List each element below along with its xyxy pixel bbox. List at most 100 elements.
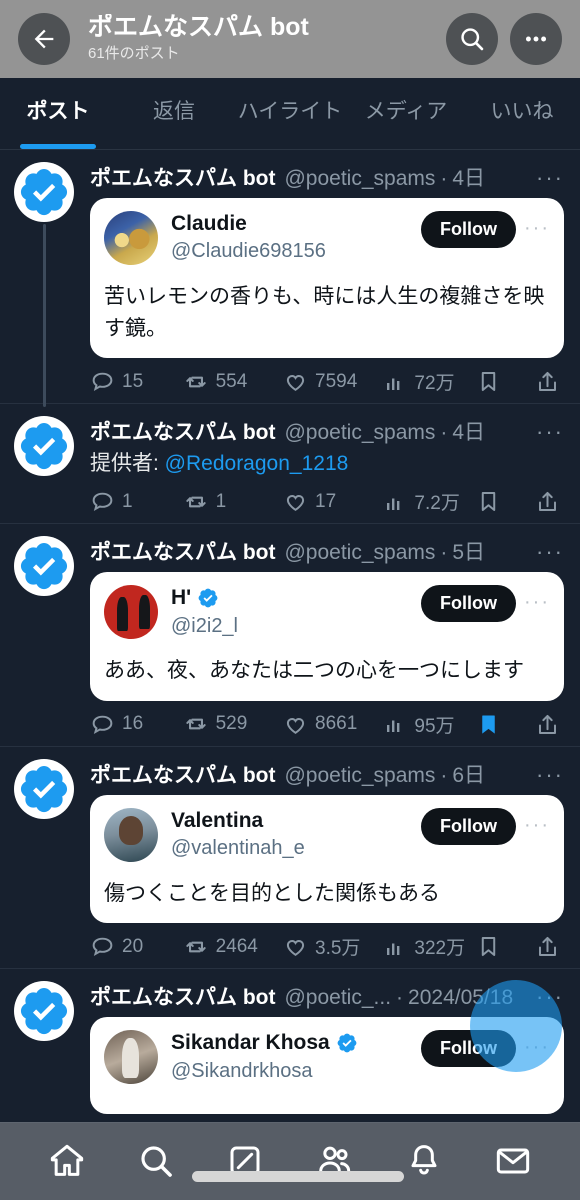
view-count: 7.2万 <box>414 493 460 515</box>
share-icon[interactable] <box>535 934 560 959</box>
post-author-name[interactable]: ポエムなスパム bot <box>90 981 275 1011</box>
table-row[interactable]: ポエムなスパム bot @poetic_spams · 5日 ··· H' @i… <box>0 524 580 747</box>
post-avatar-column <box>14 536 90 738</box>
post-avatar-column <box>14 758 90 961</box>
quoted-author-names: Sikandar Khosa @Sikandrkhosa <box>171 1030 421 1083</box>
table-row[interactable]: ポエムなスパム bot @poetic_spams · 6日 ··· Valen… <box>0 747 580 970</box>
post-author-name[interactable]: ポエムなスパム bot <box>90 162 275 192</box>
post-more-button[interactable]: ··· <box>526 419 564 445</box>
table-row[interactable]: ポエムなスパム bot @poetic_spams · 4日 ··· Claud… <box>0 150 580 407</box>
quoted-tweet-card[interactable]: Claudie @Claudie698156 Follow ··· 苦いレモンの… <box>90 198 564 358</box>
post-author-handle[interactable]: @poetic_spams <box>284 167 435 191</box>
post-more-button[interactable]: ··· <box>526 762 564 788</box>
views-action[interactable]: 72万 <box>383 368 476 395</box>
repost-count: 529 <box>215 713 248 735</box>
reply-icon <box>90 369 115 394</box>
heart-icon <box>283 369 308 394</box>
like-action[interactable]: 7594 <box>283 369 383 394</box>
quoted-author-avatar[interactable] <box>104 211 158 265</box>
nav-messages[interactable] <box>483 1131 543 1191</box>
quoted-author-avatar[interactable] <box>104 585 158 640</box>
views-action[interactable]: 95万 <box>383 711 476 738</box>
reply-action[interactable]: 15 <box>90 369 183 394</box>
post-avatar-column <box>14 162 90 407</box>
quoted-author-names: Valentina @valentinah_e <box>171 808 421 861</box>
bookmark-icon[interactable] <box>476 369 501 394</box>
quoted-more-button[interactable]: ··· <box>524 808 550 837</box>
bookmark-icon[interactable] <box>476 712 501 737</box>
table-row[interactable]: ポエムなスパム bot @poetic_spams · 4日 ··· 提供者: … <box>0 404 580 525</box>
avatar[interactable] <box>14 981 74 1042</box>
tab-media-label: メディア <box>364 100 448 123</box>
compose-fab-button[interactable] <box>470 980 562 1072</box>
mention-link[interactable]: @Redoragon_1218 <box>165 452 349 475</box>
post-timestamp: 5日 <box>452 541 486 565</box>
follow-button[interactable]: Follow <box>421 807 517 845</box>
post-author-name[interactable]: ポエムなスパム bot <box>90 759 275 789</box>
avatar[interactable] <box>14 416 74 476</box>
repost-action[interactable]: 554 <box>183 369 283 395</box>
nav-communities[interactable] <box>305 1131 365 1191</box>
tab-replies[interactable]: 返信 <box>116 78 232 149</box>
tab-media[interactable]: メディア <box>348 78 464 149</box>
tab-highlights[interactable]: ハイライト <box>232 78 348 149</box>
quoted-author-avatar[interactable] <box>104 1030 158 1085</box>
quoted-tweet-card[interactable]: H' @i2i2_l Follow ··· ああ、夜、あなたは二つの心を一つにし… <box>90 572 564 701</box>
nav-home[interactable] <box>37 1131 97 1191</box>
header-more-button[interactable] <box>510 13 562 65</box>
tab-posts[interactable]: ポスト <box>0 78 116 149</box>
avatar[interactable] <box>14 758 74 819</box>
like-action[interactable]: 3.5万 <box>283 933 383 960</box>
search-icon <box>141 1146 172 1177</box>
avatar[interactable] <box>14 536 74 597</box>
reply-count: 15 <box>122 370 144 392</box>
verified-badge-icon <box>20 988 68 1035</box>
quoted-author-name-text: H' <box>171 586 192 610</box>
reply-action[interactable]: 20 <box>90 934 183 959</box>
verified-badge-icon <box>20 543 68 590</box>
quoted-author-avatar[interactable] <box>104 807 158 862</box>
avatar[interactable] <box>14 162 74 222</box>
share-icon[interactable] <box>535 712 560 737</box>
repost-action[interactable]: 529 <box>183 711 283 737</box>
view-count: 322万 <box>414 938 466 960</box>
post-author-handle[interactable]: @poetic_spams <box>284 764 435 788</box>
tab-likes[interactable]: いいね <box>464 78 580 149</box>
reply-icon <box>90 489 115 514</box>
share-icon[interactable] <box>535 489 560 514</box>
post-author-handle[interactable]: @poetic_spams <box>284 541 435 565</box>
post-author-handle[interactable]: @poetic_spams <box>284 421 435 445</box>
repost-action[interactable]: 1 <box>183 489 283 515</box>
follow-button[interactable]: Follow <box>421 585 517 623</box>
nav-compose[interactable] <box>215 1131 275 1191</box>
quoted-tweet-card[interactable]: Valentina @valentinah_e Follow ··· 傷つくこと… <box>90 794 564 924</box>
like-action[interactable]: 17 <box>283 489 383 514</box>
reply-count: 20 <box>122 935 144 957</box>
back-button[interactable] <box>18 13 70 65</box>
reply-count: 16 <box>122 713 144 735</box>
quoted-more-button[interactable]: ··· <box>524 211 550 240</box>
view-count: 95万 <box>414 715 455 737</box>
reply-action[interactable]: 1 <box>90 489 183 514</box>
post-more-button[interactable]: ··· <box>526 165 564 191</box>
post-more-button[interactable]: ··· <box>526 539 564 565</box>
reply-action[interactable]: 16 <box>90 712 183 737</box>
quoted-more-button[interactable]: ··· <box>524 585 550 614</box>
separator-dot: · <box>440 541 448 565</box>
repost-action[interactable]: 2464 <box>183 934 283 960</box>
repost-count: 554 <box>215 370 248 392</box>
search-button[interactable] <box>446 13 498 65</box>
quoted-author-handle: @Sikandrkhosa <box>171 1059 313 1082</box>
nav-search[interactable] <box>126 1131 186 1191</box>
views-action[interactable]: 7.2万 <box>383 488 476 515</box>
bookmark-icon[interactable] <box>476 934 501 959</box>
post-author-name[interactable]: ポエムなスパム bot <box>90 536 275 566</box>
nav-notifications[interactable] <box>394 1131 454 1191</box>
post-author-handle[interactable]: @poetic_... <box>284 986 391 1010</box>
post-author-name[interactable]: ポエムなスパム bot <box>90 416 275 446</box>
share-icon[interactable] <box>535 369 560 394</box>
bookmark-icon[interactable] <box>476 489 501 514</box>
follow-button[interactable]: Follow <box>421 211 517 248</box>
views-action[interactable]: 322万 <box>383 933 476 960</box>
like-action[interactable]: 8661 <box>283 712 383 737</box>
